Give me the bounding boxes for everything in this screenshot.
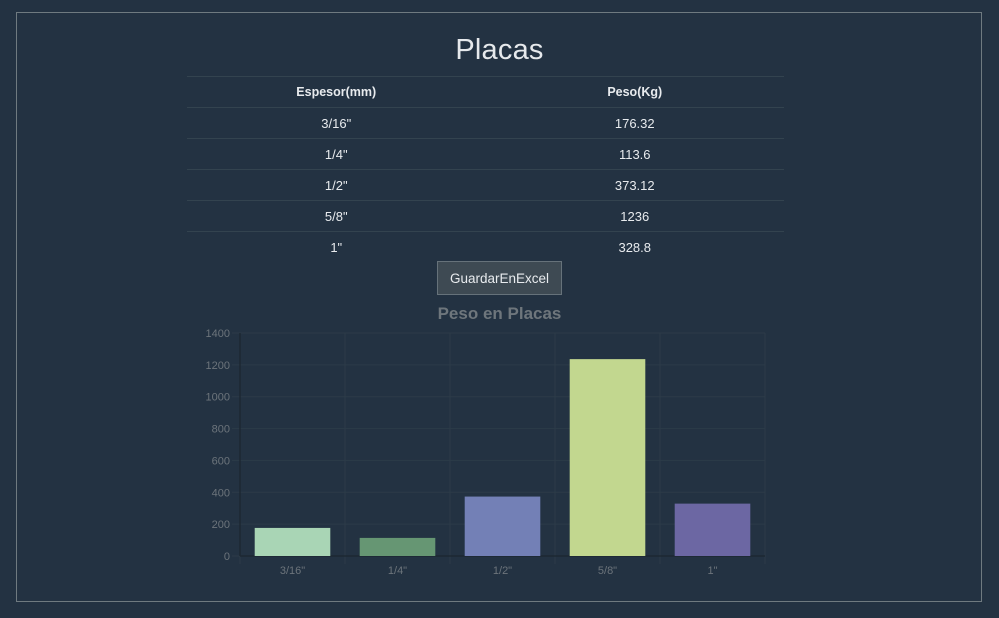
y-tick-label: 1400: [206, 328, 230, 340]
y-tick-label: 1000: [206, 392, 230, 404]
bar: [464, 496, 541, 556]
bar: [674, 503, 751, 556]
x-tick-label: 1/2": [493, 565, 512, 577]
y-tick-label: 800: [212, 424, 230, 436]
x-tick-label: 5/8": [598, 565, 617, 577]
bar: [254, 527, 331, 556]
y-tick-label: 400: [212, 487, 230, 499]
x-tick-label: 1/4": [388, 565, 407, 577]
bar-chart: 0 200 400 600 800 1000 1200 1400 3/16" 1/4" 1/2" 5/…: [206, 328, 766, 577]
bar: [569, 359, 646, 556]
y-tick-label: 0: [224, 551, 230, 563]
x-tick-label: 3/16": [280, 565, 305, 577]
y-tick-label: 200: [212, 519, 230, 531]
bar: [359, 537, 436, 556]
y-tick-label: 1200: [206, 360, 230, 372]
y-tick-label: 600: [212, 455, 230, 467]
x-tick-label: 1": [707, 565, 717, 577]
